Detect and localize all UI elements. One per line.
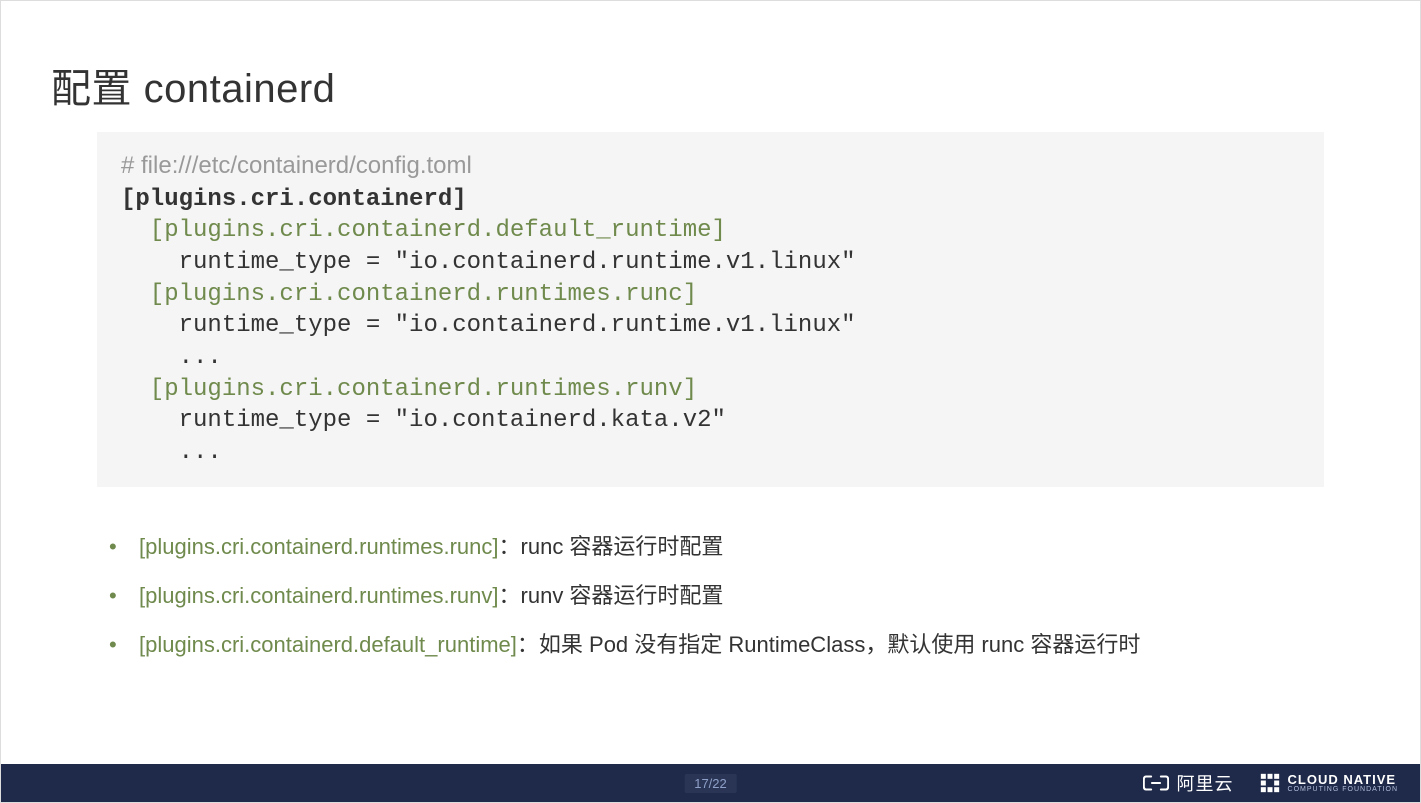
code-line-4: [plugins.cri.containerd.runtimes.runc] [121, 281, 697, 308]
bullet-item: [plugins.cri.containerd.default_runtime]… [109, 627, 1370, 662]
bullet-list: [plugins.cri.containerd.runtimes.runc]：r… [109, 529, 1370, 663]
bullet-item: [plugins.cri.containerd.runtimes.runv]：r… [109, 578, 1370, 613]
code-line-7: [plugins.cri.containerd.runtimes.runv] [121, 376, 697, 403]
code-line-9: ... [121, 439, 222, 466]
cncf-text: CLOUD NATIVE COMPUTING FOUNDATION [1288, 773, 1398, 793]
cncf-logo-block: CLOUD NATIVE COMPUTING FOUNDATION [1260, 773, 1398, 793]
code-line-6: ... [121, 344, 222, 371]
cncf-main: CLOUD NATIVE [1288, 773, 1398, 786]
code-line-1: [plugins.cri.containerd] [121, 186, 467, 213]
aliyun-icon [1143, 773, 1169, 793]
bullet-item: [plugins.cri.containerd.runtimes.runc]：r… [109, 529, 1370, 564]
code-block: # file:///etc/containerd/config.toml [pl… [97, 132, 1324, 487]
slide: 配置 containerd # file:///etc/containerd/c… [0, 0, 1421, 803]
cncf-icon [1260, 773, 1280, 793]
bullet-sep: ： [499, 583, 521, 608]
code-line-3: runtime_type = "io.containerd.runtime.v1… [121, 249, 856, 276]
aliyun-logo-block: 阿里云 [1143, 770, 1234, 796]
bullet-key: [plugins.cri.containerd.runtimes.runc] [139, 534, 499, 559]
code-line-8: runtime_type = "io.containerd.kata.v2" [121, 407, 726, 434]
aliyun-text: 阿里云 [1177, 770, 1234, 796]
slide-title: 配置 containerd [51, 56, 1370, 114]
bullet-key: [plugins.cri.containerd.runtimes.runv] [139, 583, 499, 608]
footer-bar: 17/22 阿里云 [1, 764, 1420, 802]
bullet-desc: 如果 Pod 没有指定 RuntimeClass，默认使用 runc 容器运行时 [539, 632, 1140, 657]
bullet-sep: ： [499, 534, 521, 559]
code-line-2: [plugins.cri.containerd.default_runtime] [121, 217, 726, 244]
bullet-desc: runc 容器运行时配置 [521, 534, 724, 559]
cncf-sub: COMPUTING FOUNDATION [1288, 786, 1398, 793]
code-line-5: runtime_type = "io.containerd.runtime.v1… [121, 312, 856, 339]
code-comment: # file:///etc/containerd/config.toml [121, 152, 472, 179]
bullet-desc: runv 容器运行时配置 [521, 583, 724, 608]
bullet-key: [plugins.cri.containerd.default_runtime] [139, 632, 517, 657]
bullet-sep: ： [517, 632, 539, 657]
page-number: 17/22 [684, 774, 737, 793]
footer-logos: 阿里云 CLOUD NATIVE [1143, 770, 1398, 796]
